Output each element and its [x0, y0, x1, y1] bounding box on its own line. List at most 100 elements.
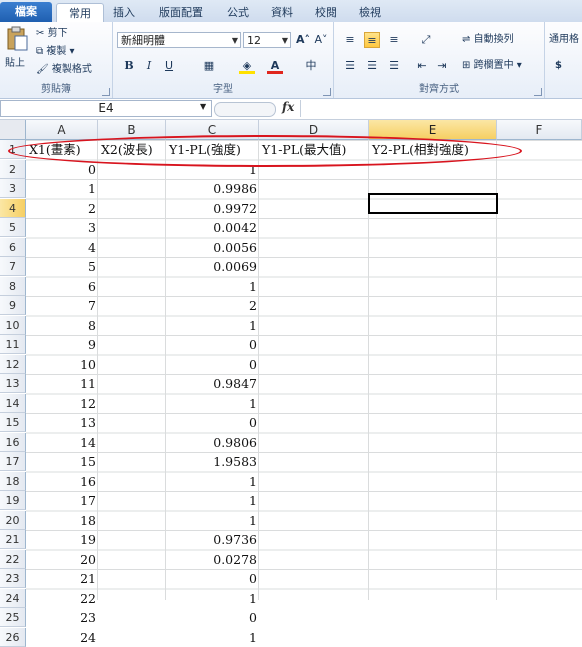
- font-name-select[interactable]: 新細明體 ▼: [117, 32, 241, 48]
- cell-c23[interactable]: 0: [166, 569, 259, 588]
- cell-a18[interactable]: 16: [26, 472, 98, 491]
- bold-button[interactable]: B: [121, 58, 137, 74]
- row-header-2[interactable]: 2: [0, 159, 26, 179]
- tab-home[interactable]: 常用: [56, 3, 104, 23]
- cell-a5[interactable]: 3: [26, 218, 98, 237]
- orientation-button[interactable]: ⤢: [418, 32, 434, 48]
- row-header-18[interactable]: 18: [0, 471, 26, 491]
- cell-a4[interactable]: 2: [26, 199, 98, 218]
- cell-c24[interactable]: 1: [166, 589, 259, 608]
- cell-c13[interactable]: 0.9847: [166, 374, 259, 393]
- cell-a14[interactable]: 12: [26, 394, 98, 413]
- cell-c19[interactable]: 1: [166, 491, 259, 510]
- cell-a3[interactable]: 1: [26, 179, 98, 198]
- row-header-8[interactable]: 8: [0, 276, 26, 296]
- fill-color-button[interactable]: ◈: [239, 58, 255, 74]
- copy-button[interactable]: ⧉ 複製 ▾: [36, 44, 75, 60]
- cell-a19[interactable]: 17: [26, 491, 98, 510]
- shrink-font-button[interactable]: A˅: [313, 32, 329, 48]
- cell-c26[interactable]: 1: [166, 628, 259, 647]
- row-header-22[interactable]: 22: [0, 549, 26, 569]
- alignment-launcher[interactable]: [534, 88, 542, 96]
- row-header-7[interactable]: 7: [0, 257, 26, 276]
- row-header-26[interactable]: 26: [0, 627, 26, 647]
- cell-e1[interactable]: Y2-PL(相對強度): [369, 140, 497, 159]
- italic-button[interactable]: I: [141, 58, 157, 74]
- cell-c9[interactable]: 2: [166, 296, 259, 315]
- column-header-b[interactable]: B: [98, 120, 166, 140]
- cell-a23[interactable]: 21: [26, 569, 98, 588]
- row-header-10[interactable]: 10: [0, 315, 26, 335]
- increase-indent-button[interactable]: ⇥: [434, 58, 450, 74]
- formula-input[interactable]: [300, 100, 582, 117]
- tab-view[interactable]: 檢視: [352, 3, 388, 22]
- cell-a10[interactable]: 8: [26, 316, 98, 335]
- clipboard-launcher[interactable]: [102, 88, 110, 96]
- cell-a24[interactable]: 22: [26, 589, 98, 608]
- cell-a16[interactable]: 14: [26, 433, 98, 452]
- cell-c2[interactable]: 1: [166, 160, 259, 179]
- tab-insert[interactable]: 插入: [106, 3, 142, 22]
- row-header-6[interactable]: 6: [0, 237, 26, 257]
- fx-button[interactable]: fx: [282, 100, 294, 114]
- cell-b1[interactable]: X2(波長): [98, 140, 166, 159]
- font-launcher[interactable]: [323, 88, 331, 96]
- cell-a2[interactable]: 0: [26, 160, 98, 179]
- row-header-13[interactable]: 13: [0, 374, 26, 393]
- font-color-button[interactable]: A: [267, 58, 283, 74]
- row-header-17[interactable]: 17: [0, 452, 26, 471]
- row-header-3[interactable]: 3: [0, 179, 26, 198]
- align-center-button[interactable]: ☰: [364, 58, 380, 74]
- cell-a15[interactable]: 13: [26, 413, 98, 432]
- grow-font-button[interactable]: A˄: [295, 32, 311, 48]
- row-header-1[interactable]: 1: [0, 140, 26, 159]
- row-header-4[interactable]: 4: [0, 198, 26, 218]
- cell-a22[interactable]: 20: [26, 550, 98, 569]
- tab-page-layout[interactable]: 版面配置: [148, 3, 214, 22]
- cell-d1[interactable]: Y1-PL(最大值): [259, 140, 369, 159]
- number-format-select[interactable]: 通用格: [549, 32, 579, 48]
- cell-c16[interactable]: 0.9806: [166, 433, 259, 452]
- formula-divider-handle[interactable]: [214, 102, 276, 117]
- cell-a13[interactable]: 11: [26, 374, 98, 393]
- cell-c17[interactable]: 1.9583: [166, 452, 259, 471]
- cell-a7[interactable]: 5: [26, 257, 98, 276]
- cell-a8[interactable]: 6: [26, 277, 98, 296]
- row-header-9[interactable]: 9: [0, 296, 26, 315]
- cell-c4[interactable]: 0.9972: [166, 199, 259, 218]
- row-header-15[interactable]: 15: [0, 413, 26, 432]
- align-middle-button[interactable]: ≡: [364, 32, 380, 48]
- row-header-24[interactable]: 24: [0, 588, 26, 608]
- cell-c8[interactable]: 1: [166, 277, 259, 296]
- cell-c10[interactable]: 1: [166, 316, 259, 335]
- column-header-f[interactable]: F: [497, 120, 582, 140]
- row-header-12[interactable]: 12: [0, 354, 26, 374]
- row-header-16[interactable]: 16: [0, 432, 26, 452]
- column-header-a[interactable]: A: [26, 120, 98, 140]
- font-size-select[interactable]: 12 ▼: [243, 32, 291, 48]
- row-header-23[interactable]: 23: [0, 569, 26, 588]
- worksheet-grid[interactable]: [26, 140, 582, 600]
- cell-c25[interactable]: 0: [166, 608, 259, 627]
- cell-c1[interactable]: Y1-PL(強度): [166, 140, 259, 159]
- chevron-down-icon[interactable]: ▼: [200, 102, 206, 111]
- wrap-text-button[interactable]: ⇌ 自動換列: [462, 32, 514, 48]
- row-header-20[interactable]: 20: [0, 510, 26, 530]
- cell-c6[interactable]: 0.0056: [166, 238, 259, 257]
- row-header-5[interactable]: 5: [0, 218, 26, 237]
- row-header-11[interactable]: 11: [0, 335, 26, 354]
- row-header-25[interactable]: 25: [0, 608, 26, 627]
- cell-a12[interactable]: 10: [26, 355, 98, 374]
- decrease-indent-button[interactable]: ⇤: [414, 58, 430, 74]
- tab-formulas[interactable]: 公式: [220, 3, 256, 22]
- cell-c15[interactable]: 0: [166, 413, 259, 432]
- cell-c20[interactable]: 1: [166, 511, 259, 530]
- tab-review[interactable]: 校閱: [308, 3, 344, 22]
- name-box[interactable]: E4: [0, 100, 212, 117]
- tab-data[interactable]: 資料: [264, 3, 300, 22]
- cell-c22[interactable]: 0.0278: [166, 550, 259, 569]
- tab-file[interactable]: 檔案: [0, 2, 52, 22]
- row-header-14[interactable]: 14: [0, 393, 26, 413]
- format-painter-button[interactable]: 🖌 複製格式: [36, 62, 92, 78]
- cell-c5[interactable]: 0.0042: [166, 218, 259, 237]
